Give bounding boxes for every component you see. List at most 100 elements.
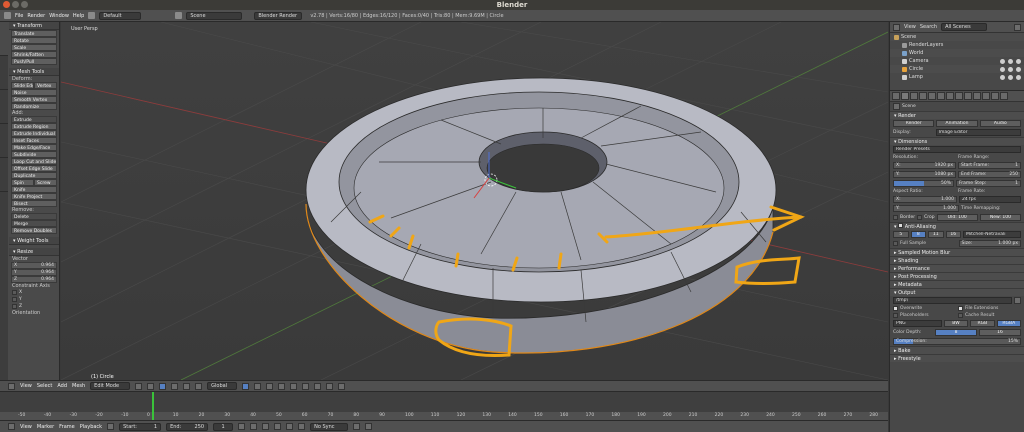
slide-edge-button[interactable]: Slide Edge	[11, 82, 34, 89]
knife-button[interactable]: Knife	[11, 186, 57, 193]
opengl-anim-icon[interactable]	[338, 382, 346, 390]
menu-timeline-view[interactable]: View	[20, 424, 32, 430]
mesh-tools-panel-header[interactable]: Mesh Tools	[9, 68, 59, 76]
tab-create[interactable]	[0, 56, 8, 90]
remap-new-field[interactable]: New: 100	[979, 214, 1022, 221]
slide-vertex-button[interactable]: Vertex	[34, 82, 57, 89]
outliner-search-icon[interactable]	[1014, 23, 1021, 31]
outliner-item[interactable]: Camera	[890, 57, 1024, 65]
properties-editor-type-icon[interactable]	[892, 92, 900, 100]
jump-end-icon[interactable]	[298, 423, 306, 430]
maximize-window-button[interactable]	[21, 1, 28, 8]
tab-tools[interactable]	[0, 22, 8, 56]
file-format-select[interactable]: PNG	[893, 320, 942, 327]
file-extensions-checkbox[interactable]	[958, 306, 963, 311]
inset-faces-button[interactable]: Inset Faces	[11, 137, 57, 144]
full-sample-checkbox[interactable]	[893, 241, 898, 246]
anti-aliasing-panel-header[interactable]: Anti-Aliasing	[890, 222, 1024, 230]
delete-dropdown[interactable]: Delete	[11, 213, 57, 220]
resize-panel-header[interactable]: Resize	[9, 248, 59, 256]
outliner-item[interactable]: World	[890, 49, 1024, 57]
crop-checkbox[interactable]	[917, 215, 923, 220]
menu-file[interactable]: File	[15, 13, 23, 19]
menu-marker[interactable]: Marker	[37, 424, 54, 430]
rotate-manipulator-icon[interactable]	[183, 382, 191, 390]
shading-panel-header[interactable]: Shading	[890, 256, 1024, 264]
placeholders-checkbox[interactable]	[893, 313, 898, 318]
render-panel-header[interactable]: Render	[890, 111, 1024, 119]
scene-select[interactable]: Scene	[186, 11, 243, 20]
menu-select[interactable]: Select	[37, 383, 52, 389]
keying-set-icon[interactable]	[365, 423, 373, 430]
screw-button[interactable]: Screw	[34, 179, 57, 186]
smooth-vertex-button[interactable]: Smooth Vertex	[11, 96, 57, 103]
output-panel-header[interactable]: Output	[890, 288, 1024, 296]
jump-next-keyframe-icon[interactable]	[286, 423, 294, 430]
shrink-fatten-button[interactable]: Shrink/Fatten	[11, 51, 57, 58]
menu-frame[interactable]: Frame	[59, 424, 75, 430]
metadata-panel-header[interactable]: Metadata	[890, 280, 1024, 288]
snap-icon[interactable]	[302, 382, 310, 390]
rotate-button[interactable]: Rotate	[11, 37, 57, 44]
close-window-button[interactable]	[3, 1, 10, 8]
end-frame-prop-field[interactable]: End Frame: 250	[958, 171, 1021, 178]
loop-cut-slide-button[interactable]: Loop Cut and Slide	[11, 158, 57, 165]
remap-old-field[interactable]: Old: 100	[936, 214, 978, 221]
resolution-percentage-slider[interactable]: 50%	[893, 180, 954, 187]
performance-panel-header[interactable]: Performance	[890, 264, 1024, 272]
play-icon[interactable]	[274, 423, 282, 430]
timeline-editor-type-icon[interactable]	[8, 423, 15, 430]
record-keyframe-icon[interactable]	[353, 423, 361, 430]
end-frame-field[interactable]: End: 250	[166, 422, 209, 431]
color-depth-8-button[interactable]: 8	[935, 329, 977, 336]
push-pull-button[interactable]: Push/Pull	[11, 58, 57, 65]
outliner-item[interactable]: Scene	[890, 33, 1024, 41]
editor-type-icon[interactable]	[8, 382, 15, 390]
subdivide-button[interactable]: Subdivide	[11, 151, 57, 158]
opengl-render-icon[interactable]	[326, 382, 334, 390]
bake-panel-header[interactable]: Bake	[890, 346, 1024, 354]
transform-panel-header[interactable]: Transform	[9, 22, 59, 30]
bisect-button[interactable]: Bisect	[11, 200, 57, 207]
outliner-search-menu[interactable]: Search	[920, 24, 937, 30]
pivot-point-icon[interactable]	[147, 382, 155, 390]
world-tab-icon[interactable]	[928, 92, 936, 100]
selectability-cursor-icon[interactable]	[1008, 66, 1013, 72]
material-tab-icon[interactable]	[973, 92, 981, 100]
mode-select[interactable]: Edit Mode	[90, 382, 131, 390]
menu-mesh[interactable]: Mesh	[72, 383, 85, 389]
translate-manipulator-icon[interactable]	[171, 382, 179, 390]
randomize-button[interactable]: Randomize	[11, 103, 57, 110]
merge-dropdown[interactable]: Merge	[11, 220, 57, 227]
output-path-input[interactable]: /tmp\	[893, 297, 1012, 304]
offset-edge-slide-button[interactable]: Offset Edge Slide	[11, 165, 57, 172]
viewport-shading-icon[interactable]	[135, 382, 143, 390]
physics-tab-icon[interactable]	[1000, 92, 1008, 100]
outliner-item[interactable]: RenderLayers	[890, 41, 1024, 49]
constraint-x-row[interactable]: X	[9, 289, 59, 296]
object-tab-icon[interactable]	[937, 92, 945, 100]
start-frame-field[interactable]: Start: 1	[119, 422, 162, 431]
aa-size-field[interactable]: Size: 1.000 px	[958, 240, 1021, 247]
proportional-edit-icon[interactable]	[290, 382, 298, 390]
aa-filter-select[interactable]: Mitchell-Netravali	[963, 231, 1021, 238]
weight-tools-panel-header[interactable]: Weight Tools	[9, 237, 59, 245]
constraint-z-checkbox[interactable]	[12, 304, 17, 309]
data-tab-icon[interactable]	[964, 92, 972, 100]
knife-project-button[interactable]: Knife Project	[11, 193, 57, 200]
extrude-dropdown[interactable]: Extrude	[11, 116, 57, 123]
aa-samples-16[interactable]: 16	[945, 231, 961, 238]
color-bw-button[interactable]: BW	[943, 320, 969, 327]
manipulator-toggle-icon[interactable]	[159, 382, 167, 390]
render-camera-icon[interactable]	[1016, 58, 1021, 64]
outliner-display-mode-select[interactable]: All Scenes	[941, 23, 988, 31]
menu-help[interactable]: Help	[73, 13, 84, 19]
animation-button[interactable]: Animation	[936, 120, 978, 127]
folder-icon[interactable]	[1014, 297, 1021, 304]
remove-doubles-button[interactable]: Remove Doubles	[11, 227, 57, 234]
translate-button[interactable]: Translate	[11, 30, 57, 37]
outliner-editor-type-icon[interactable]	[893, 23, 900, 31]
constraints-tab-icon[interactable]	[946, 92, 954, 100]
visibility-eye-icon[interactable]	[1000, 58, 1005, 64]
constraint-y-row[interactable]: Y	[9, 296, 59, 303]
